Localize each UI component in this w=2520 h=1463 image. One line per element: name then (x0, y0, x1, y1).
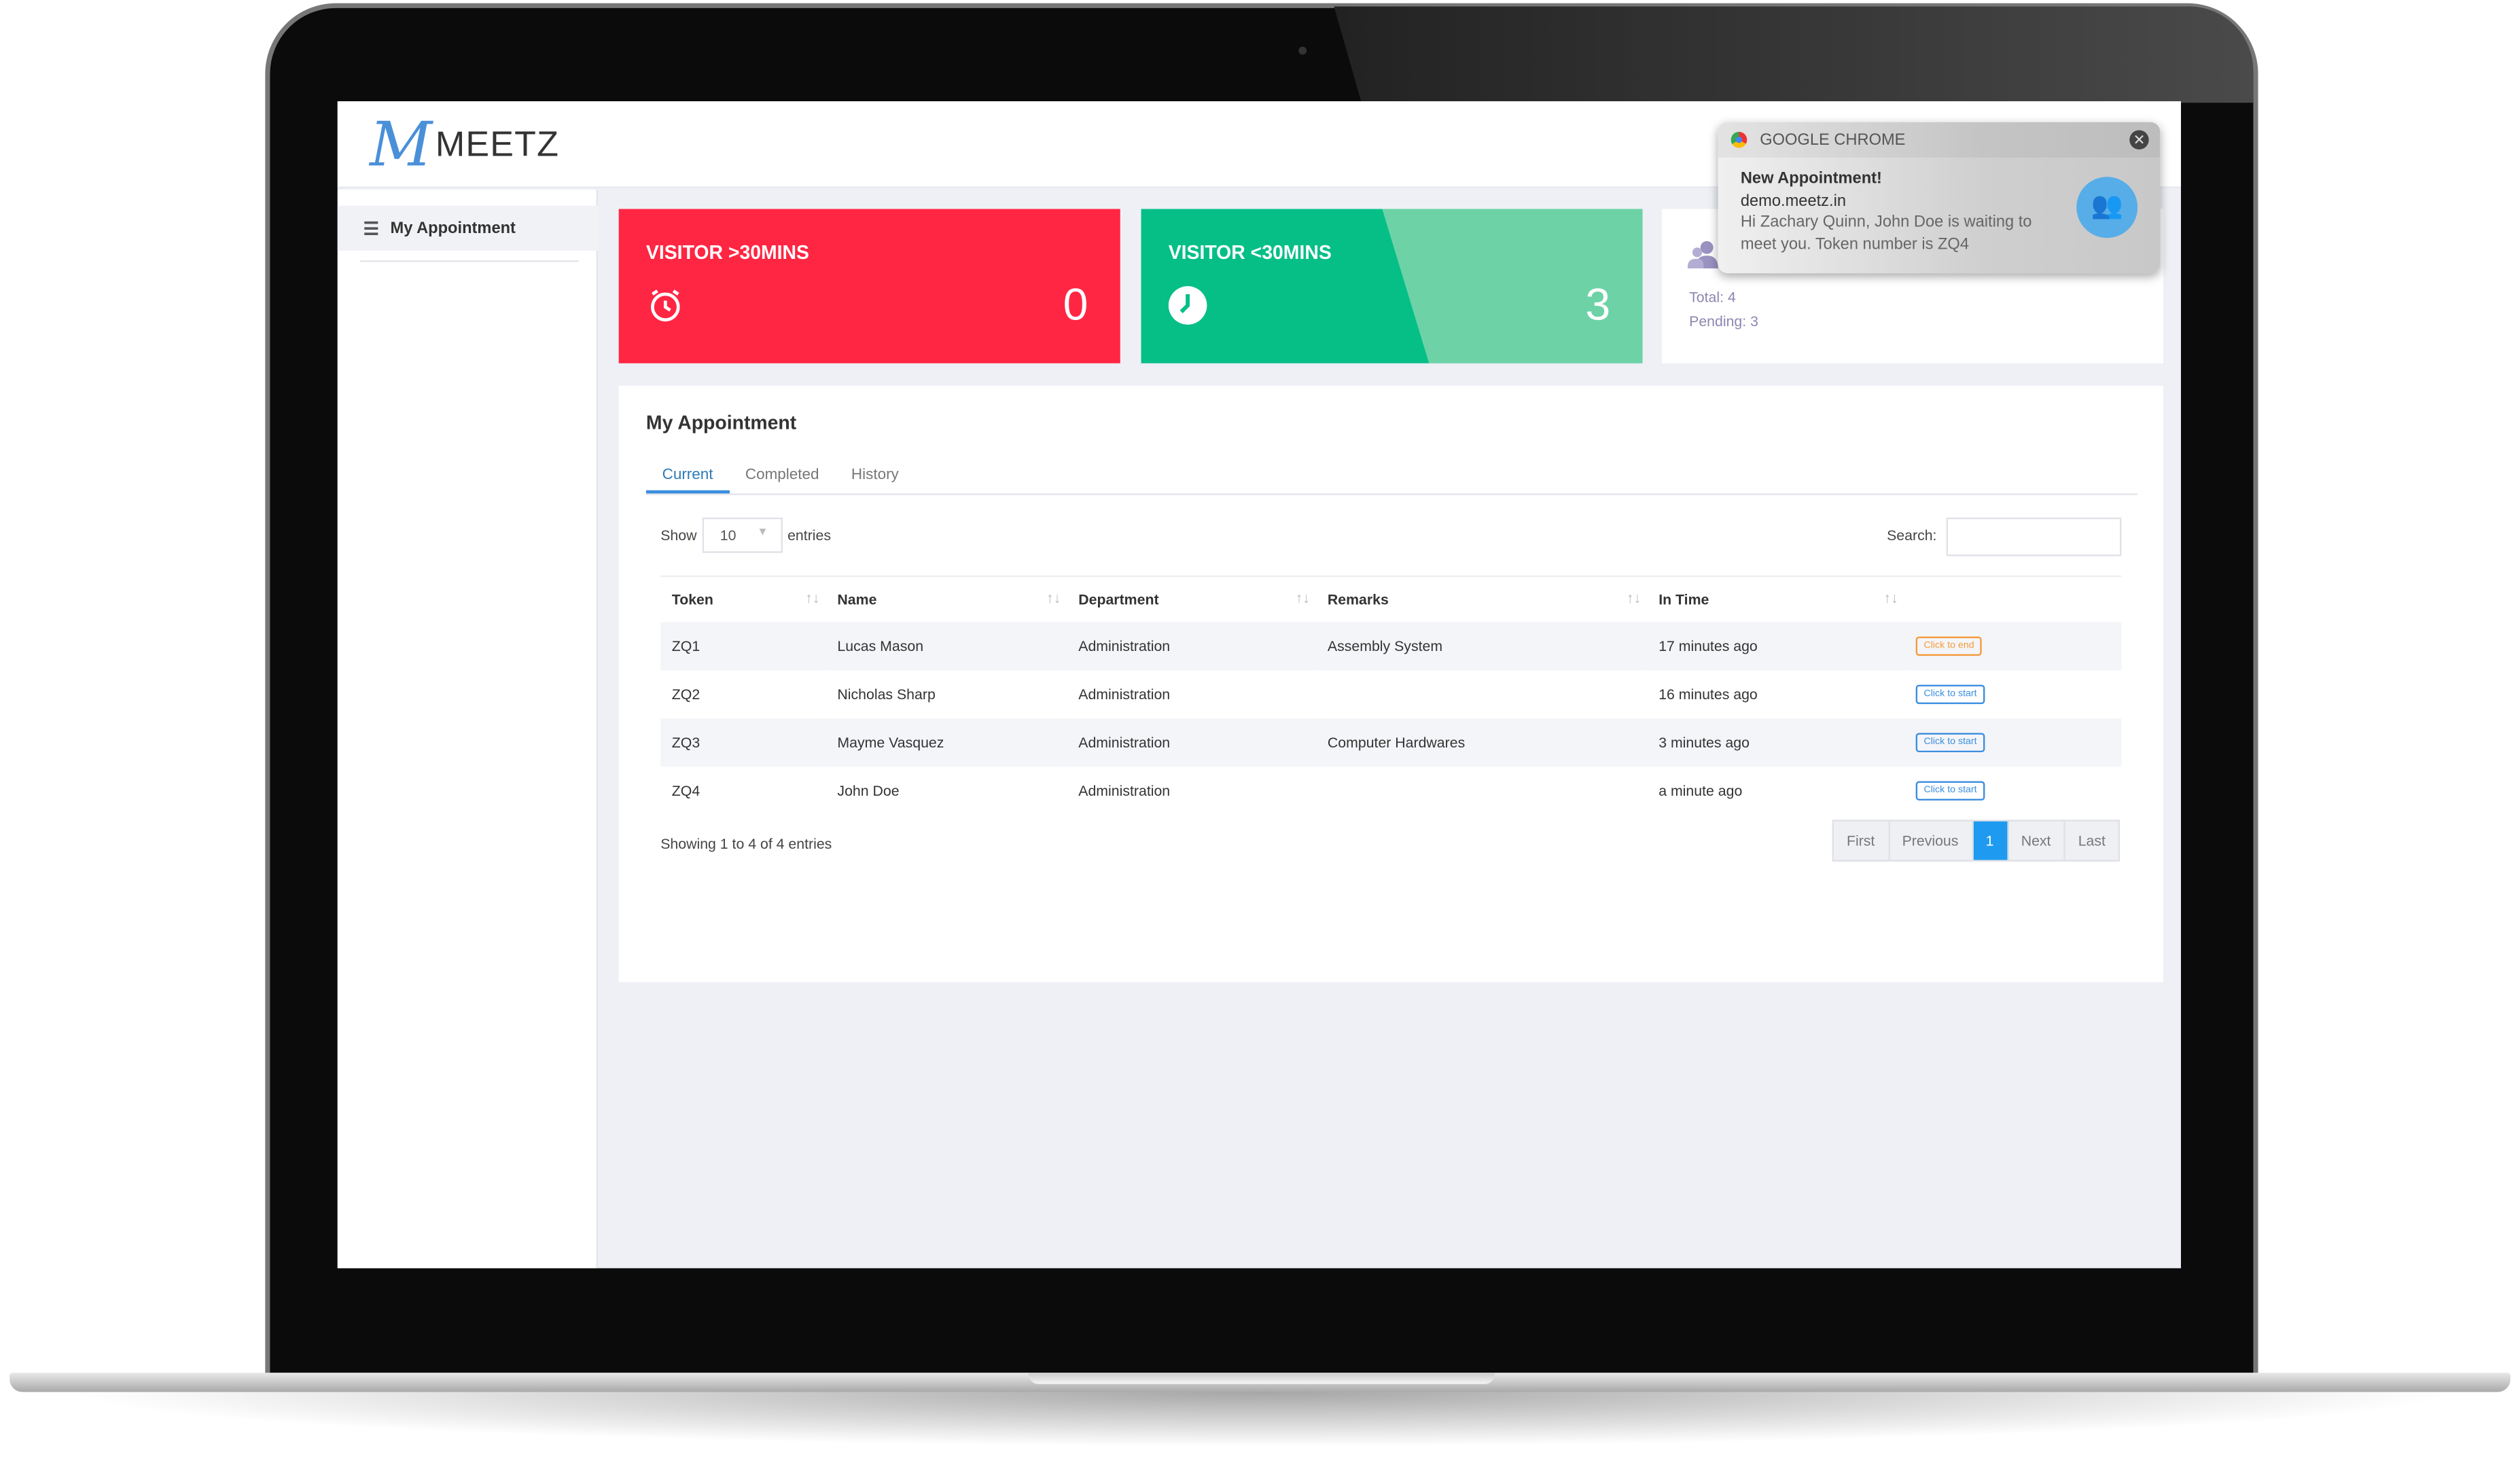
visitor-under-30-card: VISITOR <30MINS 3 (1141, 209, 1643, 364)
cell-name: Nicholas Sharp (837, 685, 936, 702)
card-label: VISITOR >30MINS (645, 241, 809, 264)
card-value: 3 (1585, 279, 1611, 330)
pending-count: Pending: 3 (1689, 313, 1758, 330)
column-header-name[interactable]: Name ↑↓ (826, 575, 1067, 622)
cell-token: ZQ3 (660, 718, 826, 766)
entries-label: entries (787, 527, 832, 544)
chrome-icon (1731, 131, 1747, 148)
page-next-button[interactable]: Next (2008, 821, 2065, 860)
cell-action: Click to start (1904, 718, 2122, 766)
cell-department: Administration (1078, 685, 1171, 702)
page-length-value: 10 (720, 527, 737, 544)
table-row: ZQ1 Lucas Mason Administration Assembly Sys… (660, 621, 2122, 670)
page-first-button[interactable]: First (1834, 821, 1889, 860)
laptop-shadow (64, 1392, 2460, 1447)
cell-remarks: Computer Hardwares (1316, 718, 1648, 766)
sort-icon: ↑↓ (1295, 590, 1310, 606)
cell-in-time: a minute ago (1658, 781, 1743, 798)
notification-body: New Appointment! demo.meetz.in Hi Zachar… (1741, 169, 2054, 255)
cell-department: Administration (1078, 781, 1171, 798)
sort-icon: ↑↓ (805, 590, 820, 606)
cell-department: Administration (1067, 718, 1317, 766)
cell-token: ZQ1 (660, 621, 826, 670)
chrome-notification[interactable]: GOOGLE CHROME ✕ New Appointment! demo.me… (1718, 122, 2161, 274)
total-count: Total: 4 (1689, 289, 1736, 306)
sort-icon: ↑↓ (1046, 590, 1061, 606)
logo-text: MEETZ (435, 124, 560, 164)
sort-icon: ↑↓ (1883, 590, 1898, 606)
cell-name: Mayme Vasquez (826, 718, 1067, 766)
notification-source: GOOGLE CHROME (1760, 130, 1906, 149)
clock-icon (1168, 286, 1207, 325)
table-info: Showing 1 to 4 of 4 entries (660, 836, 832, 852)
click-to-start-button[interactable]: Click to start (1915, 781, 1985, 801)
bezel-glare (1334, 6, 2254, 103)
appointments-panel: My Appointment Current Completed History… (618, 385, 2163, 983)
group-icon: 👥 (2076, 177, 2138, 239)
cell-remarks (1316, 766, 1647, 814)
tab-completed[interactable]: Completed (729, 460, 835, 494)
click-to-end-button[interactable]: Click to end (1915, 636, 1983, 656)
table-row: ZQ4 John Doe Administration a minute ago Cli… (660, 766, 2121, 814)
logo-mark-icon: M (370, 109, 433, 180)
visitor-over-30-card: VISITOR >30MINS 0 (618, 209, 1120, 364)
app-screen: M MEETZ ☰ My Appointment VISITOR >30MINS… (337, 101, 2181, 1269)
chevron-down-icon: ▼ (757, 527, 768, 539)
page-last-button[interactable]: Last (2065, 822, 2118, 860)
sidebar-divider (359, 260, 579, 262)
page-previous-button[interactable]: Previous (1889, 821, 1973, 860)
sidebar-item-label: My Appointment (390, 219, 516, 237)
column-header-token[interactable]: Token ↑↓ (660, 575, 826, 622)
camera (1298, 46, 1307, 55)
laptop-notch (1028, 1373, 1495, 1384)
page-length-select[interactable]: 10 ▼ (702, 517, 783, 553)
notification-title: New Appointment! (1740, 170, 1882, 188)
users-icon (1687, 241, 1718, 269)
alarm-clock-icon (651, 289, 680, 322)
cell-token: ZQ4 (671, 781, 700, 798)
column-header-action (1904, 575, 2122, 622)
table-row: ZQ2 Nicholas Sharp Administration 16 minute… (660, 669, 2121, 718)
card-value: 0 (1063, 279, 1088, 330)
cell-in-time: 17 minutes ago (1647, 621, 1905, 670)
sort-icon: ↑↓ (1626, 590, 1641, 606)
column-header-department[interactable]: Department ↑↓ (1067, 575, 1317, 622)
notification-message: Hi Zachary Quinn, John Doe is waiting to… (1740, 213, 2032, 253)
cell-in-time: 3 minutes ago (1647, 718, 1905, 766)
sidebar: ☰ My Appointment (337, 190, 598, 1269)
cell-department: Administration (1067, 621, 1317, 670)
panel-title: My Appointment (645, 411, 797, 434)
cell-remarks: Assembly System (1316, 621, 1648, 670)
table-row: ZQ3 Mayme Vasquez Administration Computer H… (660, 718, 2122, 766)
appointments-table: Token ↑↓ Name ↑↓ Department ↑↓ Remarks ↑↓ In… (660, 575, 2122, 814)
click-to-start-button[interactable]: Click to start (1915, 733, 1985, 753)
cell-action: Click to start (1904, 669, 2121, 718)
notification-site: demo.meetz.in (1740, 192, 1846, 210)
click-to-start-button[interactable]: Click to start (1915, 684, 1985, 705)
tabs: Current Completed History (645, 460, 2138, 495)
pagination: First Previous 1 Next Last (1832, 819, 2120, 862)
search-input[interactable] (1946, 517, 2122, 557)
card-label: VISITOR <30MINS (1168, 241, 1332, 264)
notification-header: GOOGLE CHROME (1718, 122, 2161, 158)
cell-remarks (1316, 669, 1647, 718)
tab-history[interactable]: History (835, 460, 915, 494)
column-header-remarks[interactable]: Remarks ↑↓ (1316, 575, 1648, 622)
tab-current[interactable]: Current (645, 460, 730, 494)
cell-token: ZQ2 (671, 685, 700, 702)
show-label: Show (660, 527, 697, 544)
cell-name: John Doe (837, 781, 900, 798)
cell-action: Click to end (1904, 621, 2122, 670)
page-1-button[interactable]: 1 (1972, 821, 2008, 860)
sidebar-item-my-appointment[interactable]: ☰ My Appointment (337, 205, 598, 251)
column-header-in-time[interactable]: In Time ↑↓ (1647, 575, 1905, 622)
cell-action: Click to start (1904, 766, 2121, 814)
logo[interactable]: M MEETZ (370, 109, 560, 180)
cell-name: Lucas Mason (826, 621, 1067, 670)
cell-in-time: 16 minutes ago (1658, 685, 1758, 702)
search-label: Search: (1887, 527, 1937, 544)
list-icon: ☰ (363, 219, 379, 239)
close-icon[interactable]: ✕ (2129, 130, 2149, 149)
